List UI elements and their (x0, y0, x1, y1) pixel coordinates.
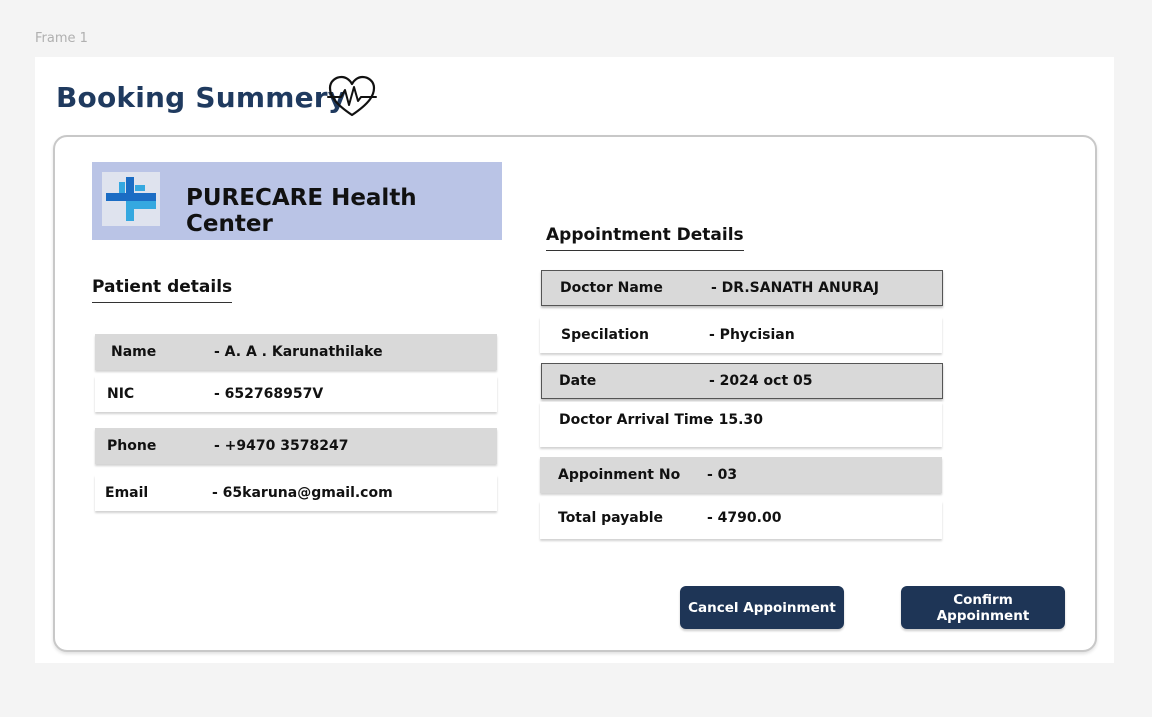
appointment-row-total-payable: Total payable - 4790.00 (540, 501, 942, 539)
row-label: Appoinment No (558, 467, 681, 483)
patient-row-name: Name - A. A . Karunathilake (95, 334, 497, 370)
summary-card: PURECARE Health Center Patient details N… (53, 135, 1097, 652)
appointment-details-heading: Appointment Details (546, 225, 744, 251)
row-value: - DR.SANATH ANURAJ (711, 280, 879, 296)
row-label: Phone (107, 438, 157, 454)
cancel-appoinment-button[interactable]: Cancel Appoinment (680, 586, 844, 629)
confirm-appoinment-button[interactable]: Confirm Appoinment (901, 586, 1065, 629)
frame-label: Frame 1 (35, 31, 88, 46)
page-title: Booking Summery (56, 81, 347, 114)
appointment-row-doctor-name: Doctor Name - DR.SANATH ANURAJ (541, 270, 943, 306)
appointment-row-date: Date - 2024 oct 05 (541, 363, 943, 399)
clinic-banner: PURECARE Health Center (92, 162, 502, 240)
booking-frame: Booking Summery PURECARE Health Center P… (35, 57, 1114, 663)
patient-row-phone: Phone - +9470 3578247 (95, 428, 497, 464)
row-value: - 03 (707, 467, 738, 483)
row-value: - 15.30 (708, 412, 763, 428)
row-value: - 2024 oct 05 (709, 373, 813, 389)
row-value: - A. A . Karunathilake (214, 344, 383, 360)
heartbeat-icon (327, 75, 377, 117)
appointment-row-appoinment-no: Appoinment No - 03 (540, 457, 942, 493)
row-label: Name (111, 344, 157, 360)
row-value: - +9470 3578247 (214, 438, 349, 454)
medical-cross-icon (106, 177, 156, 221)
patient-row-nic: NIC - 652768957V (95, 376, 497, 412)
row-value: - 65karuna@gmail.com (212, 485, 393, 501)
row-value: - Phycisian (709, 327, 795, 343)
row-label: Specilation (561, 327, 650, 343)
row-value: - 652768957V (214, 386, 324, 402)
row-value: - 4790.00 (707, 510, 782, 526)
patient-row-email: Email - 65karuna@gmail.com (95, 475, 497, 511)
appointment-row-specilation: Specilation - Phycisian (540, 317, 942, 353)
row-label: Email (105, 485, 149, 501)
row-label: Doctor Arrival Time (559, 412, 713, 428)
patient-details-heading: Patient details (92, 277, 233, 303)
appointment-row-arrival-time: Doctor Arrival Time - 15.30 (540, 402, 942, 447)
clinic-logo (102, 172, 160, 226)
row-label: Doctor Name (560, 280, 663, 296)
row-label: Total payable (558, 510, 664, 526)
row-label: Date (559, 373, 597, 389)
row-label: NIC (107, 386, 135, 402)
clinic-name: PURECARE Health Center (186, 185, 417, 237)
